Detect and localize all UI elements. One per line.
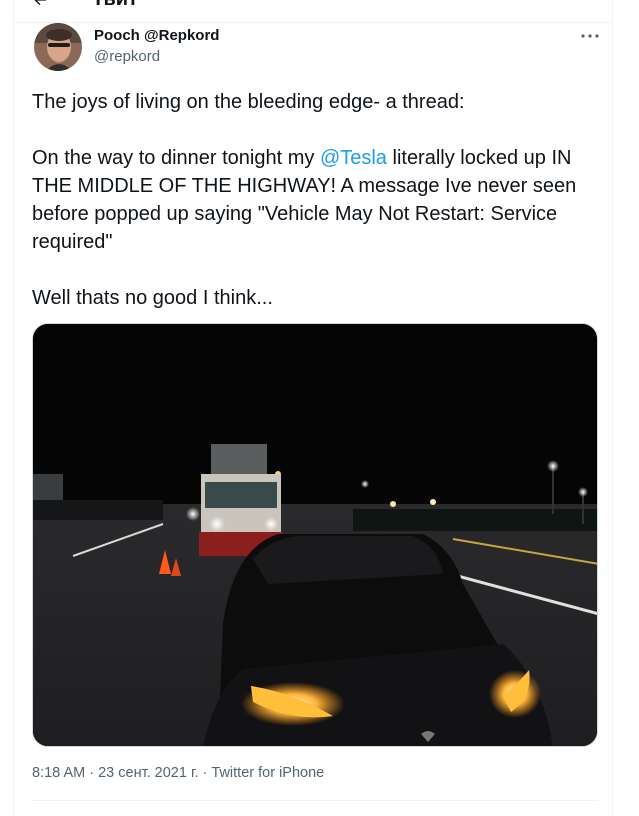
divider [32, 800, 598, 801]
meta-separator: · [85, 765, 99, 781]
tweet-paragraph: The joys of living on the bleeding edge-… [32, 91, 465, 113]
top-bar: Твит [14, 0, 612, 23]
tweet-source[interactable]: Twitter for iPhone [211, 765, 324, 781]
avatar[interactable] [34, 23, 82, 71]
tweet-paragraph: On the way to dinner tonight my @Tesla l… [32, 144, 602, 256]
tweet-time[interactable]: 8:18 AM [32, 765, 85, 781]
arrow-left-icon[interactable] [32, 0, 48, 8]
tweet-paragraph: Well thats no good I think... [32, 287, 273, 309]
tweet-text-segment: On the way to dinner tonight my [32, 147, 320, 169]
page-title: Твит [92, 0, 138, 11]
tweet-text: The joys of living on the bleeding edge-… [32, 88, 602, 312]
author-name[interactable]: Pooch @Repkord [94, 27, 219, 44]
author-handle[interactable]: @repkord [94, 48, 160, 65]
more-horizontal-icon[interactable] [579, 28, 601, 44]
meta-separator: · [198, 765, 212, 781]
tweet-detail-column: Твит Pooch @Repkord @repkord The joys of… [13, 0, 613, 816]
mention-link[interactable]: @Tesla [320, 147, 387, 169]
tweet-photo[interactable] [32, 323, 598, 747]
tweet-metadata: 8:18 AM · 23 сент. 2021 г. · Twitter for… [32, 765, 324, 781]
tweet-date[interactable]: 23 сент. 2021 г. [98, 765, 198, 781]
